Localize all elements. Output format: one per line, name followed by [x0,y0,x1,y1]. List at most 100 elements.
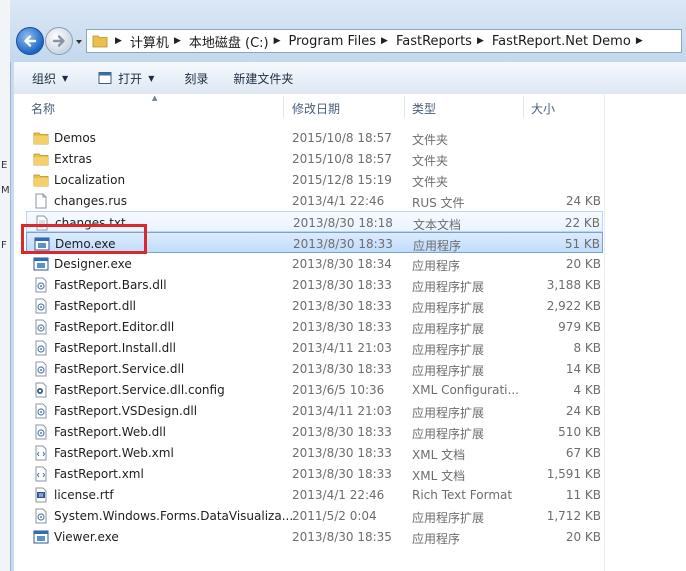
command-bar: 组织 ▼ 打开 ▼ 刻录 新建文件夹 [14,62,686,95]
dll-icon [35,361,47,377]
file-size: 8 KB [573,341,601,355]
file-type: XML 文档 [412,448,466,462]
file-name: changes.rus [33,193,127,209]
breadcrumb-program-files[interactable]: Program Files [289,34,377,49]
folder-icon [33,153,49,166]
file-row[interactable]: FastReport.Web.xml 2013/8/30 18:33 XML 文档 6… [26,442,603,463]
file-size: 22 KB [564,216,600,230]
breadcrumb-computer[interactable]: 计算机 [130,32,169,51]
file-date: 2013/8/30 18:33 [292,425,392,439]
breadcrumb-separator[interactable]: ▶ [376,36,396,46]
history-dropdown-icon[interactable] [74,37,84,47]
file-date: 2013/6/5 10:36 [292,383,385,397]
file-type: 文件夹 [412,175,449,189]
burn-button[interactable]: 刻录 [184,70,208,87]
dll-icon [35,340,47,356]
arrow-right-icon [52,35,65,47]
breadcrumb-local-disk[interactable]: 本地磁盘 (C:) [189,32,269,51]
file-size: 20 KB [565,530,601,544]
column-type[interactable]: 类型 [412,100,436,117]
file-type: XML 文档 [412,469,466,483]
breadcrumb-separator[interactable]: ▶ [472,36,492,46]
file-date: 2011/5/2 0:04 [292,509,377,523]
file-icon [35,193,47,209]
file-type: RUS 文件 [412,196,465,210]
file-type: 文本文档 [413,218,462,232]
arrow-left-icon [24,35,37,47]
file-row[interactable]: FastReport.Service.dll 2013/8/30 18:33 应用程… [26,358,603,379]
file-date: 2013/8/30 18:33 [292,467,392,481]
address-bar[interactable]: ▶ 计算机 ▶ 本地磁盘 (C:) ▶ Program Files ▶ Fast… [86,29,682,53]
svg-text:W: W [39,493,44,499]
breadcrumb-separator[interactable]: ▶ [631,36,651,46]
file-name: FastReport.Install.dll [33,340,176,356]
breadcrumb-demo-folder[interactable]: FastReport.Net Demo [492,34,631,49]
file-type: XML Configurati... [412,383,519,397]
file-row[interactable]: FastReport.Web.dll 2013/8/30 18:33 应用程序扩展 5… [26,421,603,442]
file-size: 3,188 KB [546,278,601,292]
file-size: 979 KB [558,320,601,334]
column-size[interactable]: 大小 [531,100,555,117]
column-name[interactable]: 名称 [31,100,55,117]
breadcrumb-separator[interactable]: ▶ [110,36,130,46]
dll-icon [35,424,47,440]
file-name: FastReport.Editor.dll [33,319,174,335]
file-date: 2015/12/8 15:19 [292,173,392,187]
file-size: 11 KB [565,488,601,502]
annotation-highlight-box [21,224,147,254]
file-type: 应用程序扩展 [412,364,485,378]
organize-button[interactable]: 组织 ▼ [32,70,68,87]
sort-ascending-icon: ▲ [152,94,158,102]
file-type: 应用程序扩展 [412,343,485,357]
file-row[interactable]: Localization 2015/12/8 15:19 文件夹 [26,169,603,190]
file-size: 2,922 KB [546,299,601,313]
column-header-row: ▲ 名称 修改日期 类型 大小 [14,94,604,120]
file-row[interactable]: Designer.exe 2013/8/30 18:34 应用程序 20 KB [26,253,603,274]
file-row[interactable]: FastReport.Service.dll.config 2013/6/5 10… [26,379,603,400]
file-row[interactable]: FastReport.Editor.dll 2013/8/30 18:33 应用程序… [26,316,603,337]
scroll-separator [604,94,605,571]
chevron-down-icon: ▼ [62,73,69,83]
breadcrumb-fastreports[interactable]: FastReports [396,34,472,49]
config-icon [35,382,47,398]
dll-icon [35,508,47,524]
file-size: 1,712 KB [546,509,601,523]
forward-button[interactable] [45,27,73,55]
file-type: 应用程序扩展 [412,280,485,294]
file-name: FastReport.VSDesign.dll [33,403,197,419]
file-row[interactable]: Wlicense.rtf 2013/4/1 22:46 Rich Text Form… [26,484,603,505]
file-row[interactable]: Viewer.exe 2013/8/30 18:35 应用程序 20 KB [26,526,603,547]
file-row[interactable]: Demos 2015/10/8 18:57 文件夹 [26,127,603,148]
xml-icon [35,445,47,461]
file-name: System.Windows.Forms.DataVisualiza... [33,508,293,524]
dll-icon [35,298,47,314]
new-folder-button[interactable]: 新建文件夹 [233,70,293,87]
xml-icon [35,466,47,482]
file-row[interactable]: FastReport.Bars.dll 2013/8/30 18:33 应用程序扩展… [26,274,603,295]
file-size: 20 KB [565,257,601,271]
file-row[interactable]: FastReport.dll 2013/8/30 18:33 应用程序扩展 2,922… [26,295,603,316]
file-size: 24 KB [565,404,601,418]
background-window-edge: E M F [0,0,11,571]
file-row[interactable]: FastReport.VSDesign.dll 2013/4/11 21:03 应用… [26,400,603,421]
breadcrumb-separator[interactable]: ▶ [269,36,289,46]
back-button[interactable] [16,27,44,55]
file-row[interactable]: FastReport.xml 2013/8/30 18:33 XML 文档 1,591… [26,463,603,484]
file-date: 2013/4/1 22:46 [292,194,385,208]
file-type: 文件夹 [412,154,449,168]
file-type: 应用程序扩展 [412,301,485,315]
file-size: 67 KB [565,446,601,460]
file-name: FastReport.Web.xml [33,445,174,461]
file-row[interactable]: FastReport.Install.dll 2013/4/11 21:03 应用程… [26,337,603,358]
breadcrumb-separator[interactable]: ▶ [169,36,189,46]
file-row[interactable]: Extras 2015/10/8 18:57 文件夹 [26,148,603,169]
open-button[interactable]: 打开 ▼ [98,70,154,87]
column-date[interactable]: 修改日期 [292,100,340,117]
file-type: 应用程序 [412,259,461,273]
file-row[interactable]: changes.rus 2013/4/1 22:46 RUS 文件 24 KB [26,190,603,211]
app-icon [33,530,49,544]
file-date: 2013/8/30 18:33 [292,320,392,334]
file-row[interactable]: System.Windows.Forms.DataVisualiza... 201… [26,505,603,526]
folder-icon [33,132,49,145]
file-date: 2013/8/30 18:35 [292,530,392,544]
